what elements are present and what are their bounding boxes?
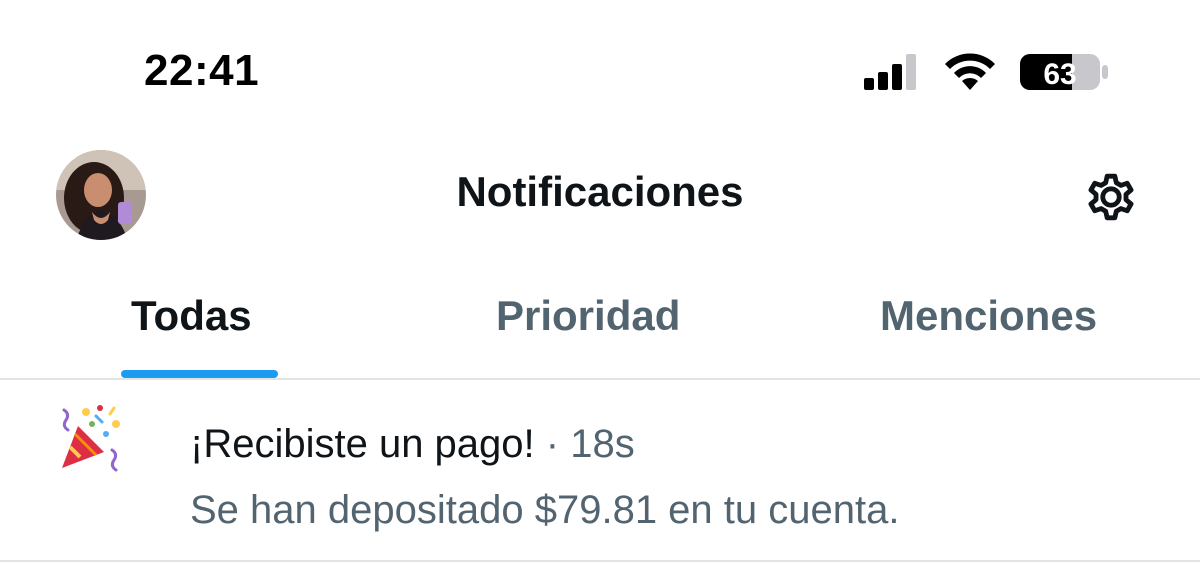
status-time: 22:41 [144,46,260,95]
battery-level: 63 [1043,58,1076,91]
tab-prioridad[interactable]: Prioridad [496,292,680,340]
tab-menciones[interactable]: Menciones [880,292,1097,340]
cellular-signal-icon [864,54,916,90]
divider [0,560,1200,562]
notification-title-line: ¡Recibiste un pago! · 18s [190,422,635,467]
gear-icon [1088,173,1134,221]
wifi-icon [945,53,995,90]
notification-item[interactable]: ¡Recibiste un pago! · 18s Se han deposit… [0,380,1200,564]
status-icons: 63 [862,52,1112,92]
notifications-screen: 22:41 63 Notificaciones Todas Prioridad … [0,0,1200,564]
notification-time: 18s [570,422,635,466]
page-title: Notificaciones [456,168,744,215]
notification-title: ¡Recibiste un pago! [190,422,535,466]
notification-body: Se han depositado $79.81 en tu cuenta. [190,488,900,532]
settings-button[interactable] [1080,166,1142,228]
tab-todas[interactable]: Todas [131,292,252,340]
battery-icon: 63 [1020,54,1108,91]
active-tab-indicator [121,370,278,378]
notification-separator: · [545,422,560,466]
party-popper-icon [62,405,120,472]
tab-bar: Todas Prioridad Menciones [0,256,1200,380]
